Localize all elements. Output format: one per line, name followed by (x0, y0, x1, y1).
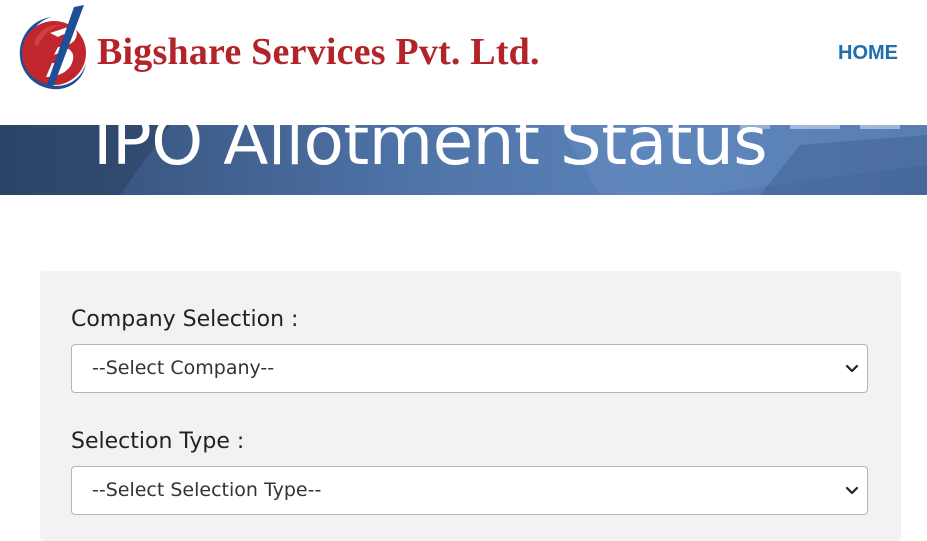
page-title: IPO Allotment Status (93, 125, 768, 180)
company-select[interactable]: --Select Company-- (71, 344, 868, 393)
brand-name: Bigshare Services Pvt. Ltd. (97, 31, 540, 73)
selection-type-select[interactable]: --Select Selection Type-- (71, 466, 868, 515)
chevron-down-icon (845, 484, 859, 498)
selection-type-label: Selection Type : (71, 429, 245, 454)
company-selection-label: Company Selection : (71, 307, 299, 332)
selection-type-select-value: --Select Selection Type-- (92, 479, 322, 501)
company-select-value: --Select Company-- (92, 357, 275, 379)
page-banner: IPO Allotment Status (0, 125, 927, 195)
site-header: Bigshare Services Pvt. Ltd. HOME (0, 0, 927, 125)
allotment-form-panel: Company Selection : --Select Company-- S… (40, 271, 901, 541)
nav-home-link[interactable]: HOME (838, 42, 898, 65)
bigshare-logo-icon[interactable] (14, 3, 90, 95)
chevron-down-icon (845, 362, 859, 376)
